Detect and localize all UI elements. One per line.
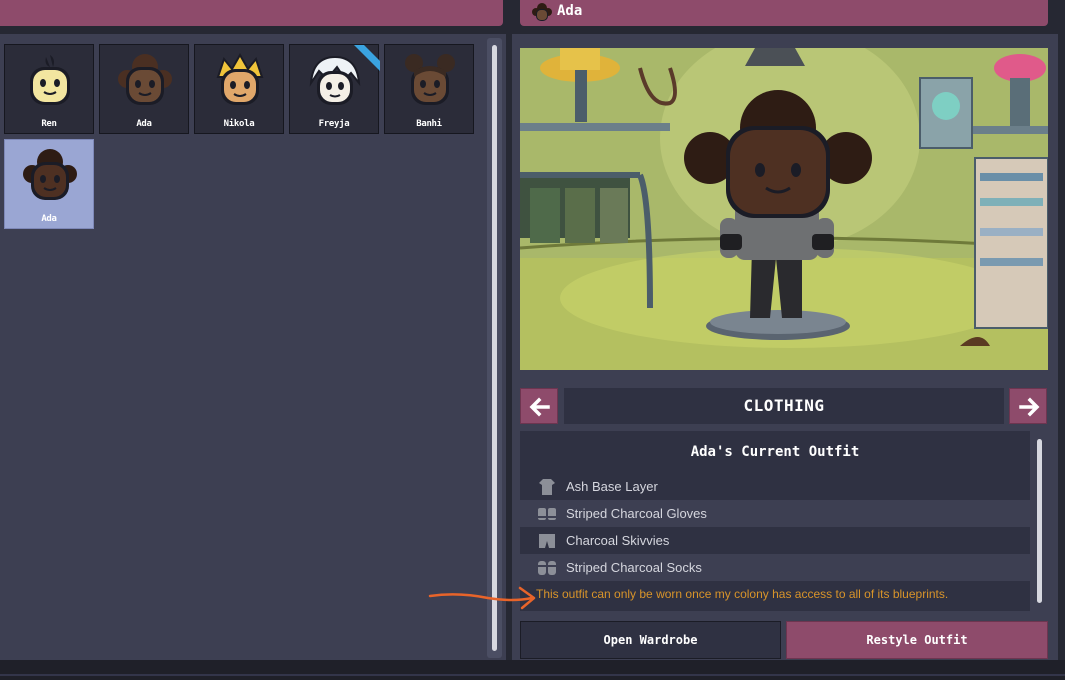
- gloves-icon: [538, 508, 556, 520]
- next-category-button[interactable]: [1009, 388, 1047, 424]
- dupe-tile-banhi[interactable]: Banhi: [384, 44, 474, 134]
- outfit-item-label: Charcoal Skivvies: [566, 533, 670, 548]
- outfit-item-label: Striped Charcoal Socks: [566, 560, 702, 575]
- freyja-portrait-icon: [309, 55, 361, 105]
- dupe-name: Ren: [41, 119, 57, 129]
- outfit-item-row: Striped Charcoal Socks: [520, 554, 1030, 581]
- arrow-left-icon: [529, 397, 550, 417]
- restyle-outfit-button[interactable]: Restyle Outfit: [786, 621, 1048, 659]
- category-label-box: CLOTHING: [564, 388, 1004, 424]
- ren-portrait-icon: [30, 55, 70, 105]
- dupe-tile-ren[interactable]: Ren: [4, 44, 94, 134]
- dupe-name: Nikola: [223, 119, 255, 129]
- bottom-bar: [0, 660, 1065, 680]
- outfit-item-label: Ash Base Layer: [566, 479, 658, 494]
- dupe-name: Ada: [136, 119, 152, 129]
- ada-portrait-icon: [23, 149, 77, 200]
- duplicant-list-scrollbar[interactable]: [487, 38, 502, 658]
- shorts-icon: [539, 534, 555, 548]
- selected-dupe-name: Ada: [557, 3, 583, 19]
- nikola-portrait-icon: [216, 53, 264, 105]
- blueprint-warning-text: This outfit can only be worn once my col…: [536, 587, 949, 601]
- category-label: CLOTHING: [743, 396, 825, 415]
- dupe-name: Banhi: [416, 119, 442, 129]
- scrollbar-thumb[interactable]: [1037, 439, 1042, 603]
- ada-portrait-icon: [118, 54, 172, 105]
- selected-dupe-header: Ada: [520, 0, 1048, 26]
- outfit-item-row: Ash Base Layer: [520, 473, 1030, 500]
- annotation-arrow-icon: [428, 586, 536, 610]
- shirt-icon: [539, 479, 555, 495]
- scrollbar-thumb[interactable]: [492, 45, 497, 651]
- outfit-list-scrollbar[interactable]: [1032, 431, 1048, 611]
- dupe-tile-ada[interactable]: Ada: [99, 44, 189, 134]
- outfit-title: Ada's Current Outfit: [690, 444, 860, 460]
- dupe-head-icon: [532, 3, 552, 21]
- prev-category-button[interactable]: [520, 388, 558, 424]
- outfit-item-row: Charcoal Skivvies: [520, 527, 1030, 554]
- banhi-portrait-icon: [405, 54, 455, 105]
- outfit-preview-image: [520, 48, 1048, 370]
- dupe-tile-nikola[interactable]: Nikola: [194, 44, 284, 134]
- outfit-item-label: Striped Charcoal Gloves: [566, 506, 707, 521]
- arrow-right-icon: [1019, 397, 1040, 417]
- left-panel-header: [0, 0, 503, 26]
- dupe-tile-freyja[interactable]: Freyja: [289, 44, 380, 134]
- dupe-tile-ada-selected[interactable]: Ada: [4, 139, 94, 229]
- dupe-name: Ada: [41, 214, 57, 224]
- outfit-details: Ada's Current Outfit Ash Base Layer Stri…: [520, 431, 1030, 611]
- outfit-item-row: Striped Charcoal Gloves: [520, 500, 1030, 527]
- dupe-name: Freyja: [318, 119, 350, 129]
- socks-icon: [538, 561, 556, 575]
- open-wardrobe-button[interactable]: Open Wardrobe: [520, 621, 781, 659]
